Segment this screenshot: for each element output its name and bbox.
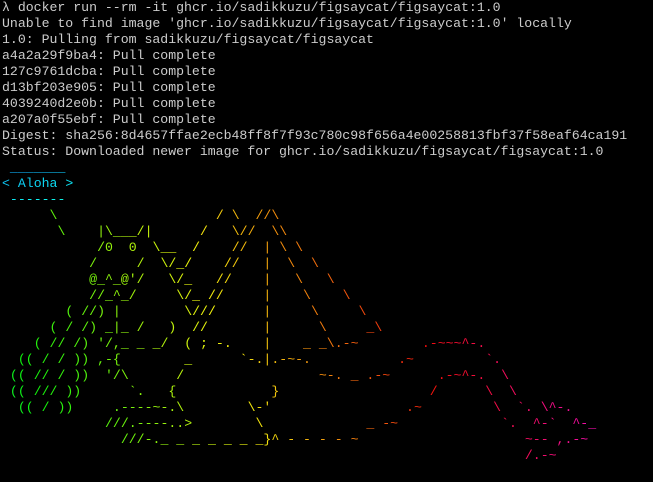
layer-status-line: d13bf203e905: Pull complete <box>2 80 216 95</box>
ascii-art-line: ( // /) '/,_ _ _/ ( ; -. | _ _\.-~ .-~~~… <box>33 336 486 351</box>
ascii-art-line: (( / )) .----~-.\ \-' .~ \ `. \^-. <box>17 400 573 415</box>
ascii-art-line: (( / / )) ,-{ _ `-.|.-~-. .~ `. <box>17 352 502 367</box>
speech-bubble-top: _______ <box>9 160 66 175</box>
command-line: λ docker run --rm -it ghcr.io/sadikkuzu/… <box>2 0 653 16</box>
speech-bubble-bottom: ------- <box>9 192 66 207</box>
ascii-art-line: /.-~ <box>524 448 557 463</box>
dragon-ascii-art: \ / \ //\ \ |\___/| / \// \\ /0 0 \__ / … <box>2 208 653 464</box>
speech-bubble: _______ < Aloha > ------- <box>2 160 653 208</box>
figsaycat-output: _______ < Aloha > ------- \ / \ //\ \ |\… <box>2 160 653 464</box>
layer-list: a4a2a29f9ba4: Pull complete 127c9761dcba… <box>2 48 653 128</box>
terminal-window[interactable]: λ docker run --rm -it ghcr.io/sadikkuzu/… <box>0 0 653 482</box>
ascii-art-line: /0 0 \__ / // | \ \ <box>97 240 304 255</box>
status-line: Status: Downloaded newer image for ghcr.… <box>2 144 604 159</box>
ascii-art-line: //_^_/ \/_ // | \ \ <box>89 288 351 303</box>
layer-status-line: a207a0f55ebf: Pull complete <box>2 112 216 127</box>
unable-to-find-message: Unable to find image 'ghcr.io/sadikkuzu/… <box>2 16 572 31</box>
prompt-symbol: λ <box>2 0 10 15</box>
ascii-art-line: \ |\___/| / \// \\ <box>57 224 288 239</box>
ascii-art-line: ( / /) _|_ / ) // | \ _\ <box>49 320 383 335</box>
ascii-art-line: ( //) | \/// | \ \ <box>65 304 367 319</box>
ascii-art-line: (( // / )) '/\ / ~-. _ .-~ .-~^-. \ <box>9 368 509 383</box>
layer-status-line: 4039240d2e0b: Pull complete <box>2 96 216 111</box>
ascii-art-line: \ / \ //\ <box>49 208 280 223</box>
ascii-art-line: (( /// )) `. { } / \ \ <box>9 384 517 399</box>
layer-status-line: a4a2a29f9ba4: Pull complete <box>2 48 216 63</box>
ascii-art-line: ///-._ _ _ _ _ _ _}^ - - - - ~ ~-- ,.-~ <box>120 432 589 447</box>
ascii-art-line: @_^_@'/ \/_ // | \ \ <box>89 272 335 287</box>
speech-bubble-message: < Aloha > <box>2 176 74 191</box>
command-text: docker run --rm -it ghcr.io/sadikkuzu/fi… <box>17 0 501 15</box>
layer-status-line: 127c9761dcba: Pull complete <box>2 64 216 79</box>
ascii-art-line: ///.----..> \ _ -~ `. ^-` ^-_ <box>104 416 597 431</box>
ascii-art-line: / / \/_/ // | \ \ <box>89 256 319 271</box>
digest-line: Digest: sha256:8d4657ffae2ecb48ff8f7f93c… <box>2 128 628 143</box>
pulling-from-message: 1.0: Pulling from sadikkuzu/figsaycat/fi… <box>2 32 374 47</box>
